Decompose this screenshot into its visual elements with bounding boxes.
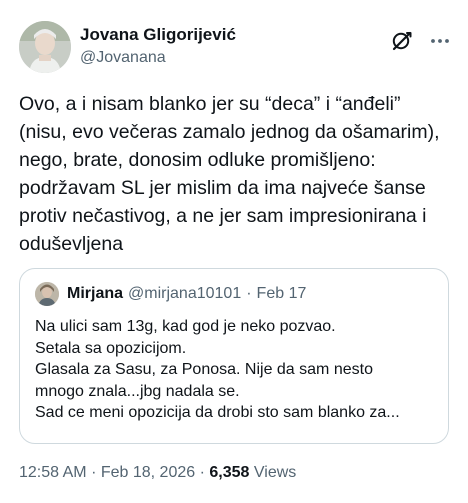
tweet-date[interactable]: Feb 18, 2026 <box>101 464 195 481</box>
tweet-text: Ovo, a i nisam blanko jer su “deca” i “a… <box>19 93 440 255</box>
tweet-time[interactable]: 12:58 AM <box>19 464 87 481</box>
author-names: Jovana Gligorijević @Jovanana <box>80 25 236 68</box>
meta-separator-1: · <box>91 464 97 481</box>
quoted-tweet-text: Na ulici sam 13g, kad god je neko pozvao… <box>35 318 400 421</box>
quoted-author-avatar[interactable] <box>35 282 59 306</box>
grok-icon[interactable] <box>390 29 414 53</box>
quoted-tweet[interactable]: Mirjana @mirjana10101 · Feb 17 Na ulici … <box>19 268 449 444</box>
quoted-author-display-name[interactable]: Mirjana <box>67 285 123 303</box>
quoted-tweet-header: Mirjana @mirjana10101 · Feb 17 <box>35 282 307 306</box>
more-dots-icon[interactable] <box>428 29 452 53</box>
author-avatar-image <box>19 21 71 73</box>
views-label: Views <box>253 464 297 481</box>
views-count[interactable]: 6,358 <box>209 464 249 481</box>
tweet-header: Jovana Gligorijević @Jovanana <box>19 21 452 73</box>
author-display-name[interactable]: Jovana Gligorijević <box>80 25 236 45</box>
author-handle[interactable]: @Jovanana <box>80 48 236 68</box>
author-avatar[interactable] <box>19 21 71 73</box>
quoted-date[interactable]: Feb 17 <box>257 285 307 303</box>
quoted-separator: · <box>246 285 252 302</box>
tweet-meta: 12:58 AM · Feb 18, 2026 · 6,358 Views <box>19 462 296 484</box>
quoted-author-avatar-image <box>35 282 59 306</box>
quoted-author-handle[interactable]: @mirjana10101 <box>128 285 241 303</box>
meta-separator-2: · <box>199 464 205 481</box>
